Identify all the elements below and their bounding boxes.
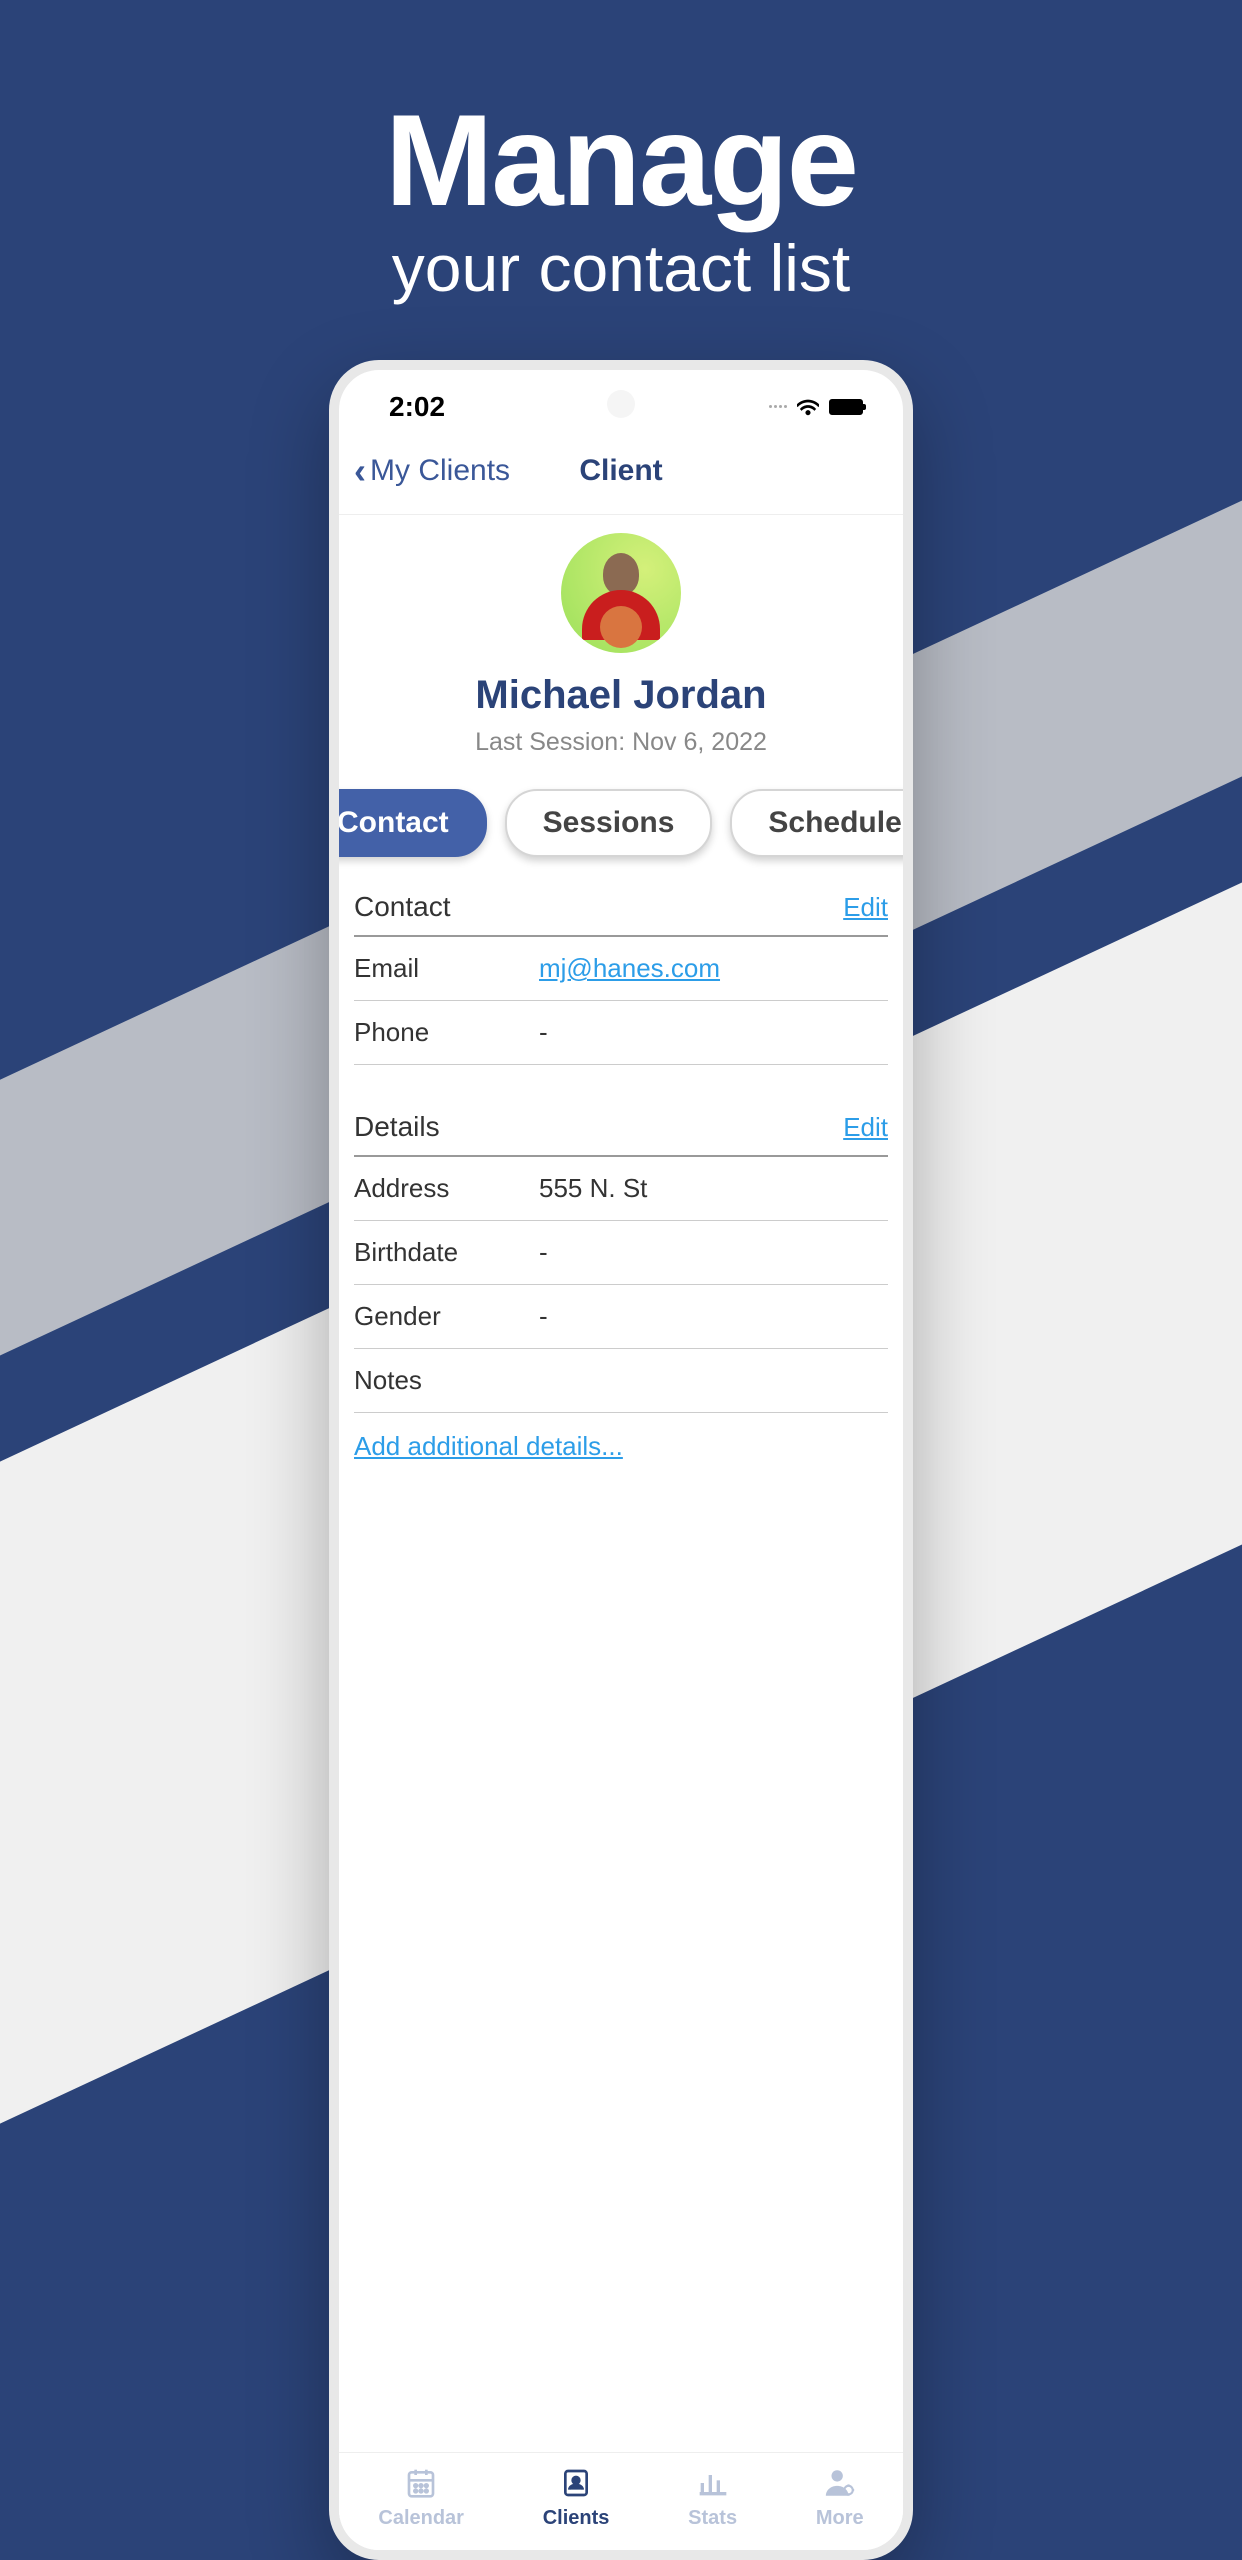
nav-calendar-label: Calendar <box>378 2507 464 2530</box>
birthdate-label: Birthdate <box>354 1237 539 1268</box>
email-value[interactable]: mj@hanes.com <box>539 953 720 984</box>
email-label: Email <box>354 953 539 984</box>
phone-camera-notch <box>607 390 635 418</box>
wifi-icon <box>797 398 819 416</box>
birthdate-value: - <box>539 1237 548 1268</box>
details-edit-link[interactable]: Edit <box>843 1112 888 1143</box>
page-title: Client <box>579 454 662 488</box>
nav-more[interactable]: More <box>816 2465 864 2530</box>
avatar-image <box>581 553 661 653</box>
avatar[interactable] <box>561 533 681 653</box>
nav-more-label: More <box>816 2507 864 2530</box>
birthdate-row: Birthdate - <box>354 1221 888 1285</box>
phone-row: Phone - <box>354 1001 888 1065</box>
status-icons <box>769 398 863 416</box>
tab-contact[interactable]: Contact <box>329 789 487 857</box>
promo-subtitle: your contact list <box>0 230 1242 306</box>
contact-edit-link[interactable]: Edit <box>843 892 888 923</box>
calendar-icon <box>403 2465 439 2501</box>
tab-sessions[interactable]: Sessions <box>505 789 713 857</box>
email-row: Email mj@hanes.com <box>354 937 888 1001</box>
nav-clients[interactable]: Clients <box>543 2465 610 2530</box>
profile-section: Michael Jordan Last Session: Nov 6, 2022 <box>339 515 903 757</box>
navigation-bar: ‹ My Clients Client <box>339 425 903 515</box>
back-button[interactable]: ‹ My Clients <box>354 450 510 492</box>
nav-calendar[interactable]: Calendar <box>378 2465 464 2530</box>
notes-row: Notes <box>354 1349 888 1413</box>
add-additional-details-link[interactable]: Add additional details... <box>354 1413 888 1480</box>
status-time: 2:02 <box>389 391 445 423</box>
promo-header: Manage your contact list <box>0 85 1242 306</box>
address-label: Address <box>354 1173 539 1204</box>
tabs-row: Contact Sessions Schedule Setting <box>329 789 903 857</box>
more-icon <box>822 2465 858 2501</box>
bottom-nav: Calendar Clients Stats <box>339 2452 903 2550</box>
nav-clients-label: Clients <box>543 2507 610 2530</box>
cellular-icon <box>769 405 787 408</box>
notes-label: Notes <box>354 1365 539 1396</box>
contact-section-header: Contact Edit <box>354 877 888 937</box>
contacts-icon <box>558 2465 594 2501</box>
promo-title: Manage <box>0 85 1242 235</box>
phone-label: Phone <box>354 1017 539 1048</box>
nav-stats-label: Stats <box>688 2507 737 2530</box>
client-name: Michael Jordan <box>339 673 903 718</box>
stats-icon <box>695 2465 731 2501</box>
battery-icon <box>829 399 863 415</box>
gender-label: Gender <box>354 1301 539 1332</box>
phone-frame: 2:02 ‹ My Clients Client Michae <box>329 360 913 2560</box>
content-area: Contact Edit Email mj@hanes.com Phone - … <box>339 857 903 1480</box>
nav-stats[interactable]: Stats <box>688 2465 737 2530</box>
back-label: My Clients <box>370 454 510 488</box>
contact-section-title: Contact <box>354 891 451 923</box>
details-section-header: Details Edit <box>354 1097 888 1157</box>
tab-schedule[interactable]: Schedule <box>730 789 913 857</box>
last-session-text: Last Session: Nov 6, 2022 <box>339 728 903 757</box>
address-row: Address 555 N. St <box>354 1157 888 1221</box>
gender-value: - <box>539 1301 548 1332</box>
chevron-left-icon: ‹ <box>354 450 366 492</box>
gender-row: Gender - <box>354 1285 888 1349</box>
phone-value: - <box>539 1017 548 1048</box>
details-section-title: Details <box>354 1111 440 1143</box>
address-value: 555 N. St <box>539 1173 647 1204</box>
